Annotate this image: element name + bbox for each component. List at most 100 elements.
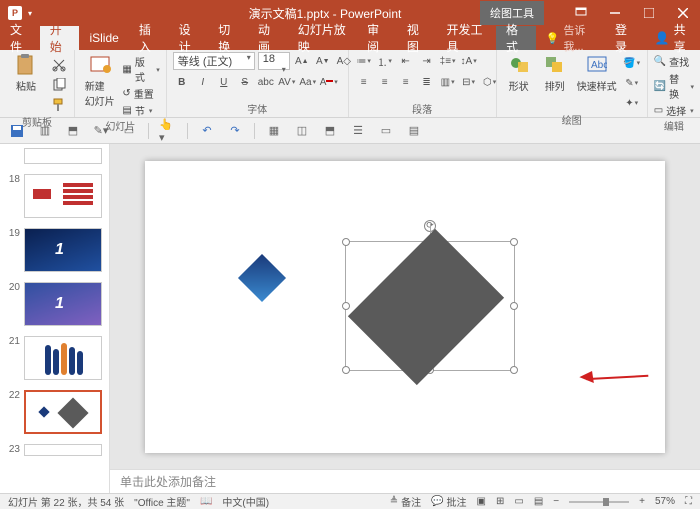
- big-diamond-shape[interactable]: [348, 228, 504, 384]
- tab-insert[interactable]: 插入: [129, 26, 169, 50]
- qat-btn-10[interactable]: ▤: [405, 122, 423, 140]
- qat-btn-7[interactable]: ⬒: [321, 122, 339, 140]
- view-reading-button[interactable]: ▭: [514, 496, 523, 507]
- copy-button[interactable]: [50, 76, 68, 94]
- tab-transitions[interactable]: 切换: [208, 26, 248, 50]
- thumb-23[interactable]: [24, 444, 102, 456]
- tab-file[interactable]: 文件: [0, 26, 40, 50]
- numbering-button[interactable]: ⒈: [376, 52, 394, 70]
- notes-toggle[interactable]: ≜ 备注: [390, 494, 421, 509]
- select-button[interactable]: ▭选择: [654, 103, 694, 118]
- view-slideshow-button[interactable]: ▤: [534, 496, 543, 507]
- slide[interactable]: ⟳: [145, 161, 665, 453]
- paste-button[interactable]: 粘贴: [6, 52, 46, 93]
- tab-format[interactable]: 格式: [496, 26, 536, 50]
- qat-btn-8[interactable]: ☰: [349, 122, 367, 140]
- shrink-font-button[interactable]: A▼: [314, 52, 332, 70]
- tab-view[interactable]: 视图: [397, 26, 437, 50]
- quick-styles-button[interactable]: Abc 快速样式: [575, 52, 619, 93]
- replace-button[interactable]: 🔄替换: [654, 71, 694, 101]
- cut-button[interactable]: [50, 56, 68, 74]
- justify-button[interactable]: ≣: [418, 73, 436, 91]
- new-slide-button[interactable]: 新建 幻灯片: [81, 52, 118, 108]
- shadow-button[interactable]: abc: [257, 73, 275, 91]
- text-direction-button[interactable]: ↕A: [460, 52, 478, 70]
- slide-counter[interactable]: 幻灯片 第 22 张，共 54 张: [8, 494, 124, 509]
- qat-btn-9[interactable]: ▭: [377, 122, 395, 140]
- zoom-slider[interactable]: [569, 501, 629, 503]
- thumb-20[interactable]: 1: [24, 282, 102, 326]
- tab-home[interactable]: 开始: [40, 26, 80, 50]
- qat-btn-5[interactable]: ▦: [265, 122, 283, 140]
- font-color-button[interactable]: A: [320, 73, 338, 91]
- fit-window-button[interactable]: ⛶: [685, 496, 692, 507]
- qat-btn-4[interactable]: ▭: [120, 122, 138, 140]
- maximize-button[interactable]: [632, 0, 666, 26]
- tab-islide[interactable]: iSlide: [79, 26, 128, 50]
- find-button[interactable]: 🔍查找: [654, 54, 694, 69]
- underline-button[interactable]: U: [215, 73, 233, 91]
- resize-handle-ml[interactable]: [342, 302, 350, 310]
- language-label[interactable]: 中文(中国): [222, 494, 269, 509]
- qat-btn-2[interactable]: ⬒: [64, 122, 82, 140]
- share-button[interactable]: 👤共享: [645, 26, 700, 50]
- format-painter-button[interactable]: [50, 96, 68, 114]
- qat-btn-3[interactable]: ✎▾: [92, 122, 110, 140]
- reset-button[interactable]: ↺重置: [122, 86, 159, 101]
- align-center-button[interactable]: ≡: [376, 73, 394, 91]
- slide-thumbnails[interactable]: 18 191 201 21 22 23: [0, 144, 110, 493]
- arrange-button[interactable]: 排列: [539, 52, 571, 93]
- align-left-button[interactable]: ≡: [355, 73, 373, 91]
- tab-review[interactable]: 审阅: [357, 26, 397, 50]
- zoom-out-button[interactable]: −: [553, 496, 559, 507]
- notes-pane[interactable]: 单击此处添加备注: [110, 469, 700, 493]
- font-name-select[interactable]: 等线 (正文): [173, 52, 255, 70]
- thumb-19[interactable]: 1: [24, 228, 102, 272]
- grow-font-button[interactable]: A▲: [293, 52, 311, 70]
- line-spacing-button[interactable]: ‡≡: [439, 52, 457, 70]
- tab-slideshow[interactable]: 幻灯片放映: [288, 26, 357, 50]
- resize-handle-bl[interactable]: [342, 366, 350, 374]
- tab-design[interactable]: 设计: [169, 26, 209, 50]
- thumb-18[interactable]: [24, 174, 102, 218]
- change-case-button[interactable]: Aa: [299, 73, 317, 91]
- tab-animations[interactable]: 动画: [248, 26, 288, 50]
- thumb-partial-top[interactable]: [24, 148, 102, 164]
- touch-mode-button[interactable]: 👆▾: [159, 122, 177, 140]
- selection-box[interactable]: ⟳: [345, 241, 515, 371]
- qat-btn-6[interactable]: ◫: [293, 122, 311, 140]
- layout-button[interactable]: ▦版式: [122, 54, 159, 84]
- resize-handle-tr[interactable]: [510, 238, 518, 246]
- view-sorter-button[interactable]: ⊞: [496, 496, 504, 507]
- tab-developer[interactable]: 开发工具: [437, 26, 496, 50]
- columns-button[interactable]: ▥: [439, 73, 457, 91]
- resize-handle-mr[interactable]: [510, 302, 518, 310]
- qat-btn-1[interactable]: ▥: [36, 122, 54, 140]
- redo-button[interactable]: ↷: [226, 122, 244, 140]
- bullets-button[interactable]: ≔: [355, 52, 373, 70]
- shape-outline-button[interactable]: ✎: [623, 74, 641, 92]
- decrease-indent-button[interactable]: ⇤: [397, 52, 415, 70]
- align-text-button[interactable]: ⊟: [460, 73, 478, 91]
- qat-dropdown-icon[interactable]: ▾: [28, 9, 32, 18]
- zoom-level[interactable]: 57%: [655, 496, 675, 507]
- strike-button[interactable]: S: [236, 73, 254, 91]
- resize-handle-tl[interactable]: [342, 238, 350, 246]
- char-spacing-button[interactable]: AV: [278, 73, 296, 91]
- shape-effects-button[interactable]: ✦: [623, 94, 641, 112]
- undo-button[interactable]: ↶: [198, 122, 216, 140]
- save-button[interactable]: [8, 122, 26, 140]
- spellcheck-icon[interactable]: 📖: [200, 496, 212, 507]
- bold-button[interactable]: B: [173, 73, 191, 91]
- thumb-22[interactable]: [24, 390, 102, 434]
- slide-canvas[interactable]: ⟳: [110, 144, 700, 469]
- font-size-select[interactable]: 18: [258, 52, 290, 70]
- resize-handle-br[interactable]: [510, 366, 518, 374]
- login-button[interactable]: 登录: [605, 26, 645, 50]
- increase-indent-button[interactable]: ⇥: [418, 52, 436, 70]
- thumb-21[interactable]: [24, 336, 102, 380]
- small-diamond-shape[interactable]: [238, 253, 286, 301]
- shapes-button[interactable]: 形状: [503, 52, 535, 93]
- comments-toggle[interactable]: 💬 批注: [431, 494, 466, 509]
- view-normal-button[interactable]: ▣: [477, 496, 486, 507]
